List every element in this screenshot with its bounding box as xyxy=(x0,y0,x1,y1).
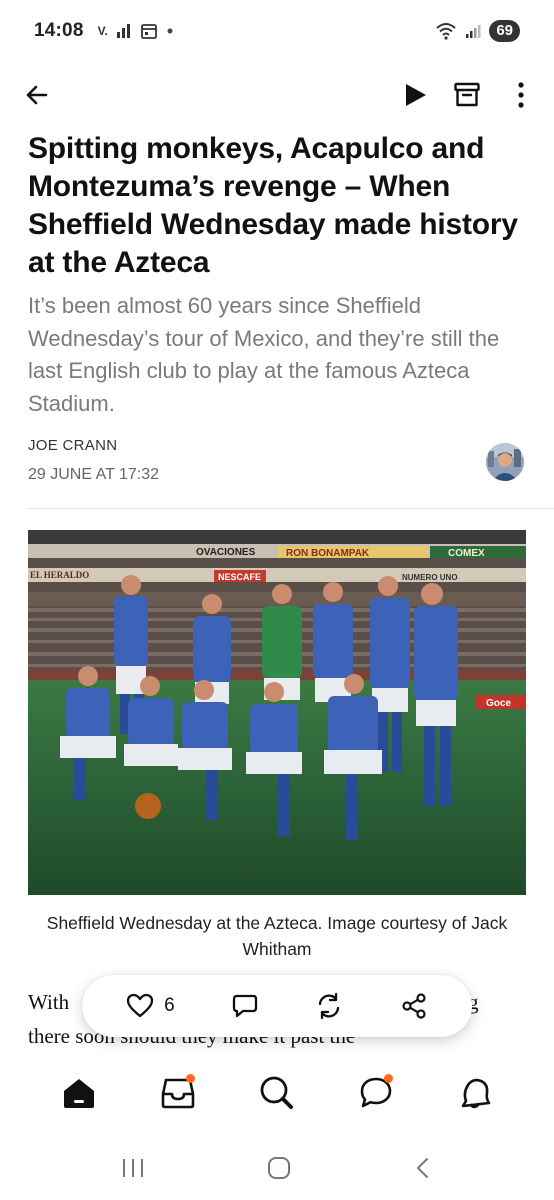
status-left-icons: V. xyxy=(98,22,174,40)
dot-icon xyxy=(167,28,173,34)
more-vertical-icon xyxy=(518,82,524,108)
sign-el-heraldo: EL HERALDO xyxy=(30,570,89,580)
home-icon xyxy=(64,1079,95,1108)
sign-comex: COMEX xyxy=(448,548,485,559)
nav-home[interactable] xyxy=(56,1070,102,1116)
publish-date: 29 JUNE AT 17:32 xyxy=(28,466,160,483)
play-icon xyxy=(406,84,426,106)
article-toolbar xyxy=(0,70,554,120)
carrier-indicator: V. xyxy=(97,24,108,38)
article-headline: Spitting monkeys, Acapulco and Montezuma… xyxy=(28,132,518,279)
system-navigation xyxy=(0,1140,554,1200)
like-count: 6 xyxy=(164,995,175,1016)
heart-icon xyxy=(127,993,154,1018)
more-options-button[interactable] xyxy=(506,80,536,110)
back-chevron-icon xyxy=(417,1157,428,1178)
calendar-icon xyxy=(140,24,157,39)
battery-indicator: 69 xyxy=(489,20,520,42)
author-name[interactable]: JOE CRANN xyxy=(28,437,117,454)
cell-signal-icon xyxy=(466,25,481,38)
status-right-icons: 69 xyxy=(435,20,520,42)
article-action-bar: 6 xyxy=(82,975,472,1037)
nav-inbox[interactable] xyxy=(155,1070,201,1116)
sign-numero-uno: NUMERO UNO xyxy=(402,573,458,582)
status-time: 14:08 xyxy=(34,20,84,41)
nav-chat[interactable] xyxy=(353,1070,399,1116)
sign-goce: Goce xyxy=(486,698,511,709)
home-circle-icon xyxy=(268,1156,290,1179)
restack-icon xyxy=(319,992,340,1020)
share-button[interactable] xyxy=(400,986,428,1026)
article-image[interactable]: OVACIONES RON BONAMPAK COMEX EL HERALDO … xyxy=(28,530,526,895)
system-home-button[interactable] xyxy=(264,1153,294,1188)
system-back-button[interactable] xyxy=(410,1155,436,1186)
restack-button[interactable] xyxy=(315,986,343,1026)
byline-divider xyxy=(28,508,554,509)
recents-icon xyxy=(123,1158,143,1177)
bottom-navigation xyxy=(0,1058,554,1128)
search-icon xyxy=(260,1076,293,1109)
sign-ron-bonampak: RON BONAMPAK xyxy=(286,548,370,559)
like-button[interactable]: 6 xyxy=(126,986,175,1026)
archive-button[interactable] xyxy=(452,80,482,110)
author-avatar[interactable] xyxy=(486,443,524,481)
play-audio-button[interactable] xyxy=(400,80,430,110)
back-arrow-icon xyxy=(26,85,48,105)
nav-activity[interactable] xyxy=(452,1070,498,1116)
comment-button[interactable] xyxy=(231,986,259,1026)
nav-search[interactable] xyxy=(254,1070,300,1116)
recents-button[interactable] xyxy=(118,1155,148,1186)
article-subtitle: It’s been almost 60 years since Sheffiel… xyxy=(28,293,500,416)
back-button[interactable] xyxy=(22,80,52,110)
status-bar: 14:08 V. 69 xyxy=(0,0,554,62)
share-icon xyxy=(402,993,426,1019)
bell-icon xyxy=(461,1078,490,1109)
sign-ovaciones: OVACIONES xyxy=(196,547,256,558)
image-caption: Sheffield Wednesday at the Azteca. Image… xyxy=(46,913,508,959)
archive-icon xyxy=(454,82,480,107)
sign-nescafe: NESCAFE xyxy=(218,572,261,582)
signal-bars-icon xyxy=(116,24,130,38)
comment-icon xyxy=(232,994,258,1018)
chat-badge xyxy=(383,1074,393,1083)
wifi-icon xyxy=(436,23,456,40)
